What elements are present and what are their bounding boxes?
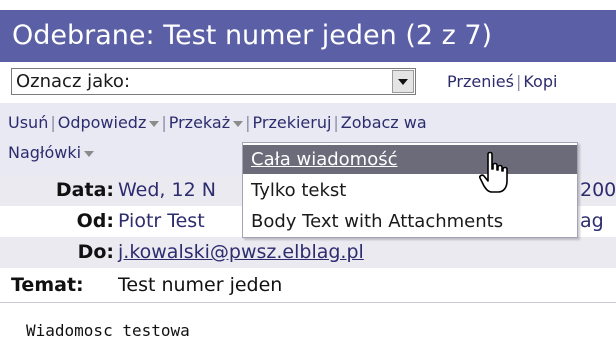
from-value[interactable]: Piotr Test bbox=[118, 206, 205, 237]
menu-item-whole-message[interactable]: Cała wiadomość bbox=[243, 145, 577, 174]
header-row-to: Do: j.kowalski@pwsz.elblag.pl bbox=[0, 237, 616, 268]
forward-link[interactable]: Przekaż bbox=[168, 113, 244, 132]
headers-link[interactable]: Nagłówki bbox=[8, 143, 95, 162]
copy-link[interactable]: Kopi bbox=[523, 72, 557, 91]
window-title: Odebrane: Test numer jeden (2 z 7) bbox=[0, 10, 616, 62]
separator: | bbox=[161, 113, 167, 132]
separator: | bbox=[333, 113, 339, 132]
forward-label: Przekaż bbox=[168, 113, 231, 132]
forward-dropdown-menu: Cała wiadomość Tylko tekst Body Text wit… bbox=[242, 142, 578, 238]
date-value: Wed, 12 N bbox=[118, 179, 216, 201]
from-label: Od: bbox=[76, 210, 114, 232]
view-link[interactable]: Zobacz wa bbox=[341, 113, 427, 132]
reply-label: Odpowiedz bbox=[57, 113, 147, 132]
separator: | bbox=[515, 72, 522, 91]
date-label: Data: bbox=[55, 179, 114, 201]
menu-item-body-with-attachments[interactable]: Body Text with Attachments bbox=[243, 207, 577, 236]
mark-as-label: Oznacz jako: bbox=[16, 71, 131, 92]
quick-actions: Przenieś | Kopi bbox=[447, 68, 557, 95]
toolbar-row-actions: Usuń | Odpowiedz | Przekaż | Przekieruj | Zobacz… bbox=[8, 111, 427, 135]
separator: | bbox=[50, 113, 56, 132]
redirect-link[interactable]: Przekieruj bbox=[253, 113, 332, 132]
headers-label: Nagłówki bbox=[8, 143, 82, 162]
move-link[interactable]: Przenieś bbox=[447, 72, 514, 91]
chevron-down-icon[interactable] bbox=[392, 70, 414, 93]
subject-label: Temat: bbox=[11, 274, 84, 296]
caret-down-icon bbox=[233, 120, 244, 127]
hand-pointer-icon bbox=[479, 151, 508, 193]
separator: | bbox=[245, 113, 251, 132]
caret-down-icon bbox=[149, 120, 160, 127]
subject-value: Test numer jeden bbox=[118, 274, 283, 296]
message-body: Wiadomosc testowa bbox=[26, 321, 190, 340]
date-value-tail: 200 bbox=[580, 179, 616, 201]
header-divider bbox=[0, 302, 616, 303]
reply-link[interactable]: Odpowiedz bbox=[58, 113, 160, 132]
header-row-subject: Temat: Test numer jeden bbox=[0, 270, 616, 301]
menu-item-text-only[interactable]: Tylko tekst bbox=[243, 176, 577, 205]
toolbar-row-headers: Nagłówki bbox=[8, 141, 95, 165]
delete-link[interactable]: Usuń bbox=[8, 113, 48, 132]
to-label: Do: bbox=[77, 241, 114, 263]
from-value-tail: ag bbox=[580, 210, 604, 232]
mark-as-select[interactable]: Oznacz jako: bbox=[11, 68, 416, 95]
to-address-link[interactable]: j.kowalski@pwsz.elblag.pl bbox=[118, 237, 364, 268]
caret-down-icon bbox=[84, 150, 95, 157]
